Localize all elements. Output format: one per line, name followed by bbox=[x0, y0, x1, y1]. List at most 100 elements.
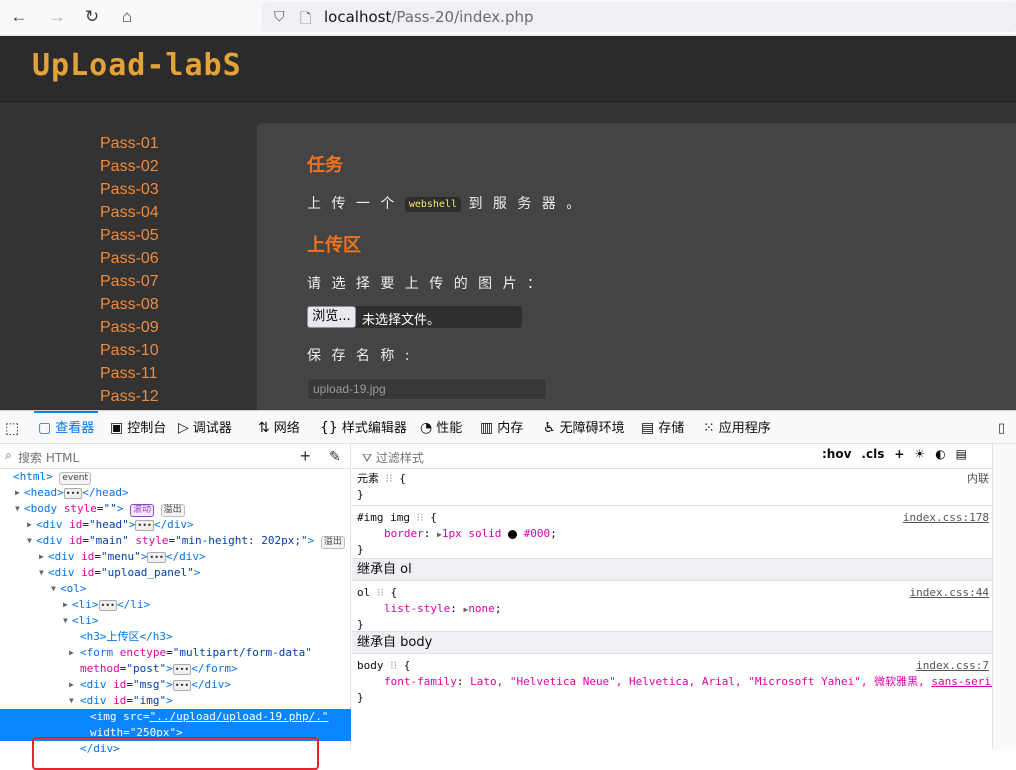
page-info-icon[interactable]: 🗋 bbox=[300, 8, 311, 32]
filter-styles-input[interactable]: ⛛ 过滤样式 bbox=[362, 449, 424, 466]
expand-icon[interactable]: ▶ bbox=[63, 597, 68, 613]
menu-item-3[interactable]: Pass-03 bbox=[100, 178, 159, 201]
color-swatch[interactable] bbox=[508, 529, 518, 539]
add-node-icon[interactable]: + bbox=[300, 446, 311, 467]
web-page: UpLoad-labS Pass-01 Pass-02 Pass-03 Pass-04… bbox=[0, 36, 1016, 423]
node-ol[interactable]: ▼ <ol> bbox=[0, 581, 351, 597]
menu-item-7[interactable]: Pass-07 bbox=[100, 270, 159, 293]
devtools-tab-2[interactable]: ▣ 控制台 bbox=[110, 411, 166, 444]
task-heading: 任务 bbox=[307, 155, 343, 176]
menu-item-10[interactable]: Pass-10 bbox=[100, 339, 159, 362]
menu-item-6[interactable]: Pass-06 bbox=[100, 247, 159, 270]
filter-tools: :hov .cls + ☀ ◐ ▤ bbox=[822, 447, 977, 461]
node-div-main[interactable]: ▼ <div id="main" style="min-height: 202p… bbox=[0, 533, 351, 549]
node-div-msg[interactable]: ▶ <div id="msg"> ••• </div> bbox=[0, 677, 351, 693]
site-logo[interactable]: UpLoad-labS bbox=[32, 48, 242, 83]
html-search-input[interactable]: 搜索 HTML bbox=[18, 449, 79, 466]
collapse-icon[interactable]: ▼ bbox=[63, 613, 68, 629]
node-li[interactable]: ▶ <li> ••• </li> bbox=[0, 597, 351, 613]
expand-icon[interactable]: ▶ bbox=[27, 517, 32, 533]
url-text[interactable]: localhost/Pass-20/index.php bbox=[324, 8, 534, 26]
address-bar[interactable]: ⛉ 🗋 localhost/Pass-20/index.php bbox=[262, 2, 1016, 32]
node-form-cont[interactable]: method="post"> ••• </form> bbox=[0, 661, 351, 677]
expand-icon[interactable]: ▶ bbox=[15, 485, 20, 501]
collapse-icon[interactable]: ▼ bbox=[51, 581, 56, 597]
tab-icon: ▷ bbox=[178, 420, 189, 436]
file-input[interactable]: 浏览... 未选择文件。 bbox=[307, 306, 522, 328]
forward-icon[interactable]: → bbox=[44, 6, 70, 28]
browser-toolbar: ← → ↻ ⌂ ⛉ 🗋 localhost/Pass-20/index.php bbox=[0, 0, 1016, 36]
css-rules: 元素 ⁝⁝ { 内联 } #img img ⁝⁝ { index.css:178… bbox=[352, 469, 1004, 749]
hov-toggle[interactable]: :hov bbox=[822, 447, 851, 461]
collapse-icon[interactable]: ▼ bbox=[15, 501, 20, 517]
devtools-tab-4[interactable]: ⇅ 网络 bbox=[258, 411, 300, 444]
tab-icon: ⁙ bbox=[703, 420, 715, 436]
tab-label: 样式编辑器 bbox=[341, 421, 407, 436]
devtools-tab-6[interactable]: ◔ 性能 bbox=[420, 411, 462, 444]
node-div-upload-panel[interactable]: ▼ <div id="upload_panel"> bbox=[0, 565, 351, 581]
browse-button[interactable]: 浏览... bbox=[307, 306, 356, 328]
menu-item-1[interactable]: Pass-01 bbox=[100, 132, 159, 155]
menu-item-11[interactable]: Pass-11 bbox=[100, 362, 159, 385]
inherited-ol-header: 继承自 ol bbox=[352, 558, 992, 581]
tab-icon: ▢ bbox=[38, 420, 52, 436]
red-highlight-box bbox=[32, 737, 319, 770]
event-badge[interactable]: event bbox=[59, 472, 92, 485]
back-icon[interactable]: ← bbox=[6, 6, 32, 28]
devtools-tab-9[interactable]: ▤ 存储 bbox=[641, 411, 684, 444]
filter-icon: ⛛ bbox=[362, 451, 373, 465]
expand-icon[interactable]: ▶ bbox=[69, 645, 74, 661]
inherited-body-header: 继承自 body bbox=[352, 631, 992, 654]
expand-icon[interactable]: ▶ bbox=[39, 549, 44, 565]
menu-item-2[interactable]: Pass-02 bbox=[100, 155, 159, 178]
add-rule-icon[interactable]: + bbox=[894, 447, 904, 461]
menu-item-5[interactable]: Pass-05 bbox=[100, 224, 159, 247]
node-h3[interactable]: <h3>上传区</h3> bbox=[0, 629, 351, 645]
node-html[interactable]: <html> event bbox=[0, 469, 351, 485]
devtools-panel: ⬚ ▢ 查看器 ▣ 控制台 ▷ 调试器 ⇅ 网络 {} 样式编辑器 ◔ 性能 ▥ 内存 ♿ 无障碍环境 ▤ 存储 ⁙… bbox=[0, 410, 1016, 770]
overflow-badge[interactable]: 溢出 bbox=[320, 536, 345, 549]
node-body[interactable]: ▼ <body style=""> 滚动 溢出 bbox=[0, 501, 351, 517]
devtools-tabbar: ⬚ ▢ 查看器 ▣ 控制台 ▷ 调试器 ⇅ 网络 {} 样式编辑器 ◔ 性能 ▥ 内存 ♿ 无障碍环境 ▤ 存储 ⁙… bbox=[0, 411, 1016, 444]
node-li[interactable]: ▼ <li> bbox=[0, 613, 351, 629]
save-name-input[interactable]: upload-19.jpg bbox=[307, 378, 547, 400]
upload-heading: 上传区 bbox=[307, 235, 361, 256]
menu-item-9[interactable]: Pass-09 bbox=[100, 316, 159, 339]
node-head[interactable]: ▶ <head> ••• </head> bbox=[0, 485, 351, 501]
devtools-tab-10[interactable]: ⁙ 应用程序 bbox=[703, 411, 771, 444]
source-link[interactable]: index.css:44 bbox=[910, 585, 989, 601]
print-icon[interactable]: ▤ bbox=[956, 447, 967, 461]
eyedropper-icon[interactable]: ✎ bbox=[329, 448, 341, 465]
devtools-tab-7[interactable]: ▥ 内存 bbox=[480, 411, 523, 444]
tab-icon: ⇅ bbox=[258, 420, 270, 436]
dark-theme-icon[interactable]: ◐ bbox=[935, 447, 945, 461]
collapse-icon[interactable]: ▼ bbox=[27, 533, 32, 549]
node-div-menu[interactable]: ▶ <div id="menu"> ••• </div> bbox=[0, 549, 351, 565]
node-form[interactable]: ▶ <form enctype="multipart/form-data" bbox=[0, 645, 351, 661]
scroll-badge[interactable]: 滚动 bbox=[130, 504, 155, 517]
menu-item-8[interactable]: Pass-08 bbox=[100, 293, 159, 316]
source-link[interactable]: index.css:7 bbox=[916, 658, 989, 674]
home-icon[interactable]: ⌂ bbox=[114, 6, 140, 28]
menu-item-4[interactable]: Pass-04 bbox=[100, 201, 159, 224]
shield-icon[interactable]: ⛉ bbox=[274, 8, 285, 25]
collapse-icon[interactable]: ▼ bbox=[39, 565, 44, 581]
menu-item-12[interactable]: Pass-12 bbox=[100, 385, 159, 408]
sidebar-toggle-icon[interactable]: ▯ bbox=[998, 420, 1005, 436]
reload-icon[interactable]: ↻ bbox=[79, 6, 105, 28]
devtools-tab-8[interactable]: ♿ 无障碍环境 bbox=[543, 411, 625, 444]
collapse-icon[interactable]: ▼ bbox=[69, 693, 74, 709]
light-theme-icon[interactable]: ☀ bbox=[914, 447, 925, 461]
node-div-head[interactable]: ▶ <div id="head"> ••• </div> bbox=[0, 517, 351, 533]
cls-toggle[interactable]: .cls bbox=[861, 447, 884, 461]
devtools-tab-3[interactable]: ▷ 调试器 bbox=[178, 411, 232, 444]
tab-label: 网络 bbox=[273, 421, 300, 436]
element-picker-icon[interactable]: ⬚ bbox=[5, 419, 19, 437]
source-link[interactable]: index.css:178 bbox=[903, 510, 989, 526]
devtools-tab-5[interactable]: {} 样式编辑器 bbox=[320, 411, 407, 444]
devtools-tab-1[interactable]: ▢ 查看器 bbox=[33, 411, 99, 444]
no-file-label: 未选择文件。 bbox=[362, 313, 441, 328]
node-div-img[interactable]: ▼ <div id="img"> bbox=[0, 693, 351, 709]
overflow-badge[interactable]: 溢出 bbox=[160, 504, 185, 517]
expand-icon[interactable]: ▶ bbox=[69, 677, 74, 693]
